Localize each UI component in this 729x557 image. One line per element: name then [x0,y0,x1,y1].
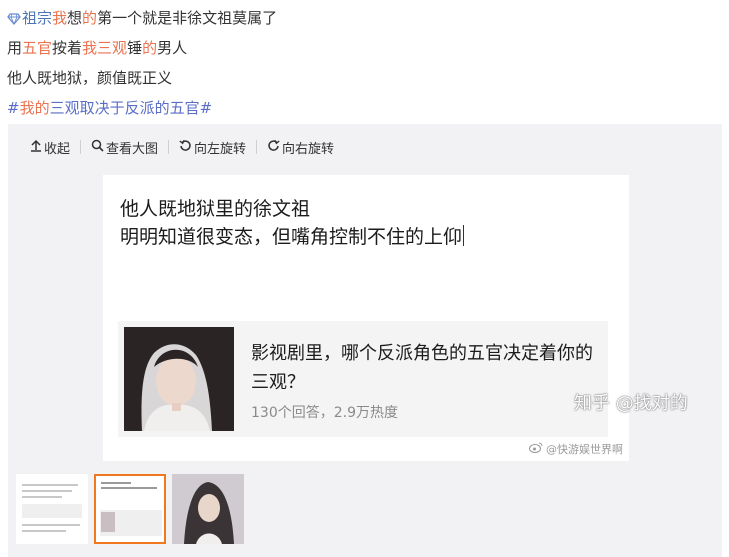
rotate-left-icon [179,139,194,156]
weibo-logo-icon [528,442,546,456]
rotate-right-label: 向右旋转 [282,141,335,157]
quote-line-2-text: 明明知道很变态，但嘴角控制不住的上仰 [120,226,463,248]
hashtag-mark: # [7,99,20,117]
image-watermark: @快游娱世界啊 [528,441,623,457]
image-viewer: 收起 查看大图 向左旋转 向右旋转 他人既地狱里的徐文祖 明明知道很变态，但嘴角… [8,124,722,557]
view-large-button[interactable]: 查看大图 [91,138,158,157]
post-line-3: 他人既地狱，颜值既正义 [7,69,173,87]
post-text-fragment: 锤 [127,39,143,57]
thumbnail-2-active[interactable] [94,474,166,544]
post-text-fragment: 想 [67,9,83,27]
rotate-right-icon [267,139,282,156]
collapse-label: 收起 [44,141,71,157]
post-text-fragment[interactable]: 祖宗 [22,9,52,27]
hashtag-link[interactable]: #我的三观取决于反派的五官# [7,93,722,123]
actor-photo [124,327,234,431]
question-meta: 130个回答，2.9万热度 [251,405,398,421]
thumbnail-strip [16,474,244,544]
post-text-fragment: 按着 [52,39,83,57]
thumbnail-3[interactable] [172,474,244,544]
collapse-icon [30,139,44,156]
image-toolbar: 收起 查看大图 向左旋转 向右旋转 [30,136,334,158]
toolbar-divider [256,140,258,154]
post-text-fragment: 第一个就是非徐文祖莫属了 [97,9,278,27]
rotate-left-button[interactable]: 向左旋转 [179,138,246,157]
post-text-fragment: 我 [52,9,68,27]
question-title: 影视剧里，哪个反派角色的五官决定着你的三观？ [251,343,593,393]
question-card: 影视剧里，哪个反派角色的五官决定着你的三观？ 130个回答，2.9万热度 [118,321,608,437]
rotate-right-button[interactable]: 向右旋转 [267,138,334,157]
weibo-post-text: 祖宗我想的第一个就是非徐文祖莫属了 用五官按着我三观锤的男人 他人既地狱，颜值既… [7,3,722,123]
collapse-button[interactable]: 收起 [30,138,70,157]
post-text-fragment: 五官 [22,39,53,57]
quote-line-1: 他人既地狱里的徐文祖 [120,198,311,220]
thumbnail-1[interactable] [16,474,88,544]
post-text-fragment: 我三观 [82,39,128,57]
zhihu-watermark: 知乎 @找对的 [574,393,688,414]
hashtag-text: 我的 [19,99,50,117]
quote-line-2: 明明知道很变态，但嘴角控制不住的上仰 [120,223,465,251]
post-text-fragment: 男人 [157,39,188,57]
post-line-1: 祖宗我想的第一个就是非徐文祖莫属了 [7,3,722,33]
hashtag-text: 三观取决于反派的五官 [49,99,200,117]
main-image[interactable]: 他人既地狱里的徐文祖 明明知道很变态，但嘴角控制不住的上仰 影视剧里，哪个反派角… [103,175,629,461]
diamond-icon [7,5,21,35]
magnifier-icon [91,139,106,156]
image-quote: 他人既地狱里的徐文祖 明明知道很变态，但嘴角控制不住的上仰 [120,195,465,251]
post-text-fragment: 的 [142,39,158,57]
text-cursor [463,225,465,246]
post-text-fragment: 的 [82,9,98,27]
watermark-text: @快游娱世界啊 [546,443,623,456]
post-line-2: 用五官按着我三观锤的男人 [7,33,722,63]
hashtag-mark: # [199,99,213,117]
post-text-fragment: 用 [7,39,23,57]
toolbar-divider [168,140,170,154]
toolbar-divider [80,140,82,154]
view-large-label: 查看大图 [106,141,159,157]
rotate-left-label: 向左旋转 [194,141,247,157]
